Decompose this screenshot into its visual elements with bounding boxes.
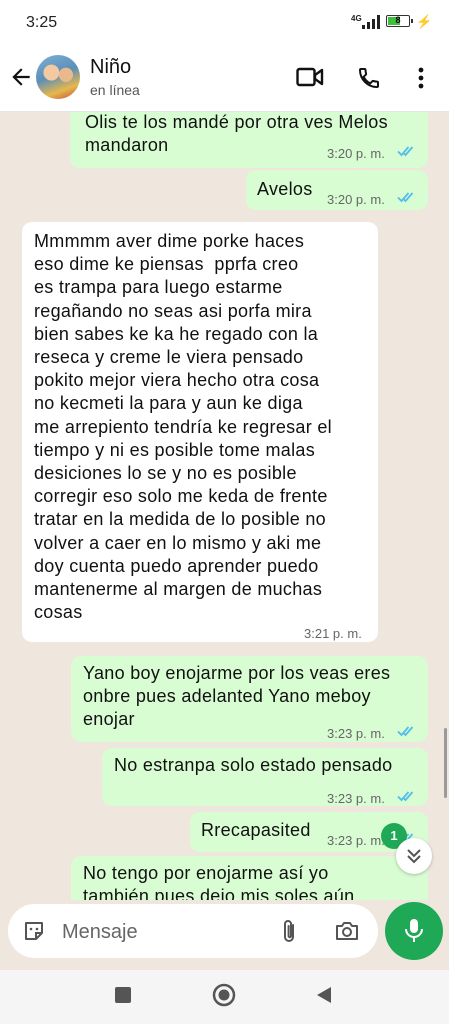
nav-home-icon[interactable] xyxy=(212,983,236,1007)
message-bubble-outgoing[interactable]: No tengo por enojarme así yo también pue… xyxy=(71,856,428,900)
chevron-double-down-icon xyxy=(407,849,421,864)
scrollbar[interactable] xyxy=(444,728,447,798)
more-options-icon[interactable] xyxy=(414,66,428,90)
scroll-to-bottom-button[interactable] xyxy=(396,838,432,874)
message-text: No estranpa solo estado pensado xyxy=(114,755,393,775)
message-bubble-outgoing[interactable]: Yano boy enojarme por los veas eres onbr… xyxy=(71,656,428,742)
system-nav-bar xyxy=(0,970,449,1024)
message-time: 3:21 p. m. xyxy=(304,626,362,641)
contact-status: en línea xyxy=(90,82,140,98)
message-text: No tengo por enojarme así yo también pue… xyxy=(83,863,355,900)
sticker-icon[interactable] xyxy=(22,919,46,943)
message-bubble-incoming[interactable]: Mmmmm aver dime porke haces eso dime ke … xyxy=(22,222,378,642)
message-bubble-outgoing[interactable]: Avelos 3:20 p. m. xyxy=(246,170,428,210)
message-list[interactable]: Olis te los mandé por otra ves Melos man… xyxy=(0,112,449,900)
video-call-icon[interactable] xyxy=(296,66,324,88)
composer xyxy=(0,900,449,970)
message-input-container[interactable] xyxy=(8,904,378,958)
read-ticks-icon xyxy=(397,726,414,737)
message-text: Rrecapasited xyxy=(201,820,311,840)
message-bubble-outgoing[interactable]: No estranpa solo estado pensado 3:23 p. … xyxy=(102,748,428,806)
mic-button[interactable] xyxy=(385,902,443,960)
battery-level: 8 xyxy=(395,15,401,25)
read-ticks-icon xyxy=(397,192,414,203)
message-time: 3:20 p. m. xyxy=(327,192,385,207)
contact-name[interactable]: Niño xyxy=(90,56,131,79)
message-text: Avelos xyxy=(257,179,313,199)
message-input[interactable] xyxy=(60,914,264,950)
message-time: 3:23 p. m. xyxy=(327,833,385,848)
nav-recents-icon[interactable] xyxy=(114,986,132,1004)
message-bubble-outgoing[interactable]: Olis te los mandé por otra ves Melos man… xyxy=(70,112,428,168)
status-bar: 3:25 4G 8 ⚡ xyxy=(0,0,449,44)
read-ticks-icon xyxy=(397,146,414,157)
message-time: 3:23 p. m. xyxy=(327,726,385,741)
camera-icon[interactable] xyxy=(334,919,360,943)
chat-header: Niño en línea xyxy=(0,44,449,112)
message-text: Mmmmm aver dime porke haces eso dime ke … xyxy=(34,231,332,623)
nav-back-icon[interactable] xyxy=(314,985,334,1005)
status-time: 3:25 xyxy=(26,14,58,31)
message-time: 3:20 p. m. xyxy=(327,146,385,161)
phone-icon[interactable] xyxy=(357,66,381,90)
attach-icon[interactable] xyxy=(280,918,298,946)
signal-icon xyxy=(362,15,380,29)
message-time: 3:23 p. m. xyxy=(327,791,385,806)
mic-icon xyxy=(405,919,423,942)
back-arrow-icon[interactable] xyxy=(8,64,34,90)
avatar[interactable] xyxy=(36,55,80,99)
charging-icon: ⚡ xyxy=(416,14,433,29)
read-ticks-icon xyxy=(397,791,414,802)
network-type: 4G xyxy=(351,14,362,23)
battery-icon: 8 xyxy=(386,15,413,27)
